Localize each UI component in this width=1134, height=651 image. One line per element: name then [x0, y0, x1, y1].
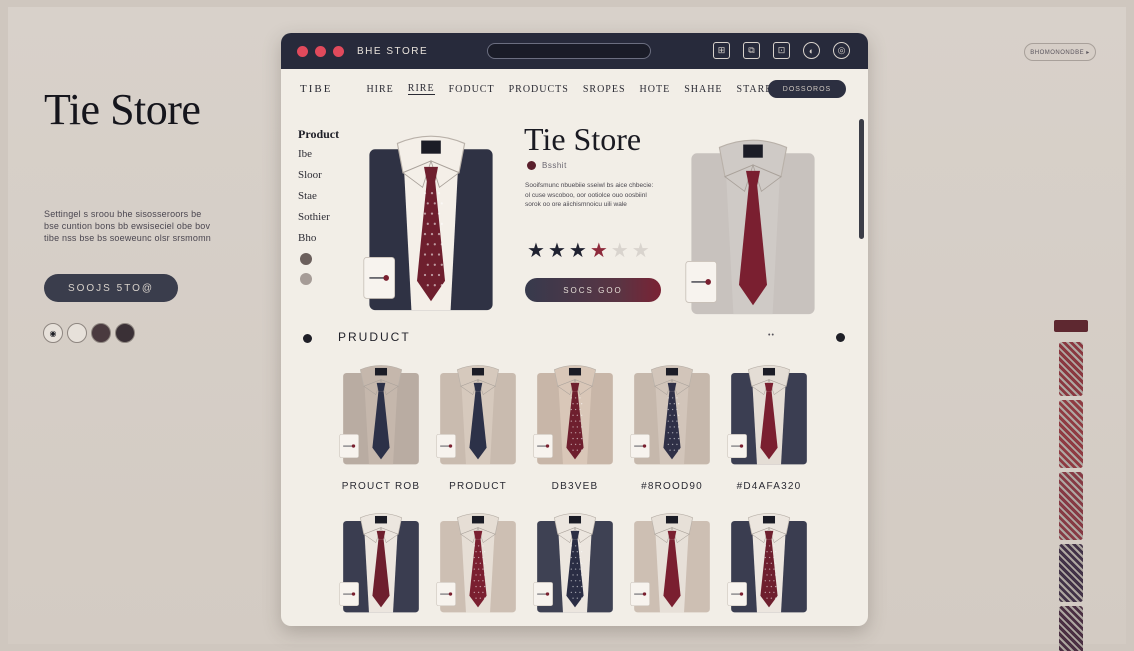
hero-title: Tie Store [44, 85, 201, 134]
row1-product-card-1[interactable] [435, 358, 521, 466]
window-title: BHE STORE [357, 45, 429, 57]
tie-segment [1059, 544, 1083, 602]
section-right-dot-icon[interactable] [836, 333, 845, 342]
nav-item-1[interactable]: RIRE [407, 83, 435, 95]
copy-icon[interactable]: ⧉ [743, 42, 760, 59]
circle-icon[interactable] [115, 323, 135, 343]
grid-icon[interactable]: ⊞ [713, 42, 730, 59]
nav-item-5[interactable]: HOTE [640, 84, 671, 95]
row1-product-card-3[interactable] [629, 358, 715, 466]
row1-product-card-2[interactable] [532, 358, 618, 466]
product-label[interactable]: PROUCT ROB [333, 481, 429, 492]
face-icon[interactable] [300, 273, 312, 285]
row2-product-card-3[interactable] [629, 506, 715, 614]
row2-product-card-1[interactable] [435, 506, 521, 614]
nav-item-6[interactable]: SHAHE [684, 84, 722, 95]
product-subtitle: Bsshit [542, 161, 567, 170]
sidebar-item[interactable]: Sothier [298, 211, 339, 223]
row2-product-card-2[interactable] [532, 506, 618, 614]
address-bar[interactable] [487, 43, 651, 59]
hero-shop-button[interactable]: SOOJS 5TO@ [44, 274, 178, 302]
product-label[interactable]: #8ROOD90 [624, 481, 720, 492]
cart-icon[interactable]: ⊡ [773, 42, 790, 59]
hero-shirt-image-left [363, 135, 493, 311]
product-label[interactable]: #D4AFA320 [721, 481, 817, 492]
star-icon[interactable]: ★ [611, 241, 629, 261]
row2-product-card-4[interactable] [726, 506, 812, 614]
star-icon[interactable]: ★ [548, 241, 566, 261]
star-icon[interactable]: ★ [527, 241, 545, 261]
tie-segment [1059, 606, 1083, 651]
hero-dot-controls: ◉ [43, 323, 135, 343]
top-right-pill-button[interactable]: BHOMONONDBE ▸ [1024, 43, 1096, 61]
top-navigation: TIBE HIRE RIRE FODUCT PRODUCTS SROPES HOTE SHA… [281, 69, 868, 109]
settings-icon[interactable]: ◎ [833, 42, 850, 59]
tie-segment [1059, 472, 1083, 540]
star-icon[interactable]: ★ [632, 241, 650, 261]
nav-item-4[interactable]: SROPES [583, 84, 626, 95]
row2-product-card-0[interactable] [338, 506, 424, 614]
tie-knot [1054, 320, 1088, 332]
close-window-button[interactable] [297, 45, 308, 57]
sidebar-item[interactable]: Stae [298, 190, 339, 202]
product-label[interactable]: DB3VEB [527, 481, 623, 492]
nav-cta-button[interactable]: DOSSOROS [768, 80, 846, 98]
scrollbar-thumb[interactable] [859, 119, 864, 239]
nav-item-0[interactable]: HIRE [366, 84, 393, 95]
nav-item-2[interactable]: FODUCT [449, 84, 495, 95]
minimize-window-button[interactable] [315, 45, 326, 57]
hero-shirt-image-right [685, 139, 815, 315]
product-title: Tie Store [524, 121, 642, 157]
sidebar-item[interactable]: Ibe [298, 148, 339, 160]
profile-icon[interactable]: ◐ [803, 42, 820, 59]
star-icon[interactable]: ★ [569, 241, 587, 261]
sidebar-item[interactable]: Sloor [298, 169, 339, 181]
circle-icon[interactable] [91, 323, 111, 343]
window-titlebar: BHE STORE ⊞ ⧉ ⊡ ◐ ◎ [281, 33, 868, 69]
buy-button[interactable]: SOCS GOO [525, 278, 661, 302]
toolbar-icons: ⊞ ⧉ ⊡ ◐ ◎ [713, 42, 850, 59]
section-more-icon[interactable]: •• [768, 332, 775, 339]
tie-strip-decoration [1054, 320, 1088, 651]
row1-product-card-0[interactable] [338, 358, 424, 466]
product-label[interactable]: PRODUCT [430, 481, 526, 492]
store-window: BHE STORE ⊞ ⧉ ⊡ ◐ ◎ TIBE HIRE RIRE FODUCT PRODU… [281, 33, 868, 626]
tie-segment [1059, 400, 1083, 468]
product-description: Sooifsmunc nbuebiie sseiwl bs aice chbec… [525, 182, 654, 208]
section-left-dot-icon [303, 334, 312, 343]
star-icon[interactable]: ★ [590, 241, 608, 261]
row1-product-card-4[interactable] [726, 358, 812, 466]
sidebar: Product Ibe Sloor Stae Sothier Bho [298, 127, 339, 293]
product-rating[interactable]: ★ ★ ★ ★ ★ ★ [527, 241, 650, 261]
nav-item-3[interactable]: PRODUCTS [509, 84, 569, 95]
circle-icon[interactable] [67, 323, 87, 343]
face-icon[interactable] [300, 253, 312, 265]
eye-icon[interactable]: ◉ [43, 323, 63, 343]
product-subtitle-row: Bsshit [527, 161, 567, 170]
tie-segment [1059, 342, 1083, 396]
sidebar-heading: Product [298, 127, 340, 141]
brand-dot-icon [527, 161, 536, 170]
sidebar-item[interactable]: Bho [298, 232, 339, 244]
hero-description: Settingel s sroou bhe sisosseroors be bs… [44, 209, 211, 243]
maximize-window-button[interactable] [333, 45, 344, 57]
nav-brand[interactable]: TIBE [300, 83, 332, 95]
section-title: PRUDUCT [338, 330, 411, 344]
